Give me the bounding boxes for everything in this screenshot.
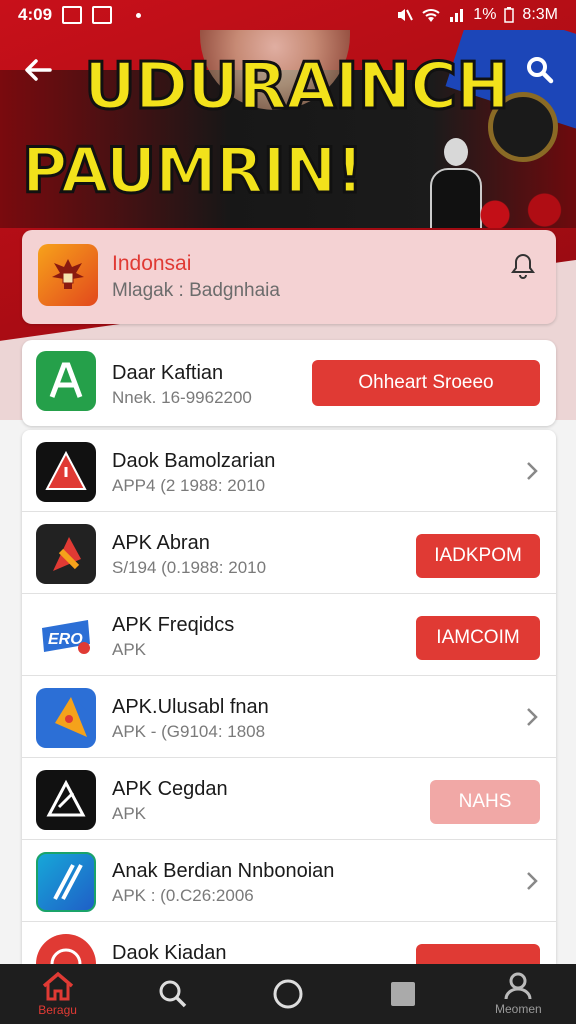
signal-icon (450, 9, 464, 22)
list-item[interactable]: Daok Bamolzarian APP4 (2 1988: 2010 (22, 430, 556, 512)
nav-profile-label: Meomen (495, 1002, 542, 1016)
status-clock: 8:3M (522, 6, 558, 23)
search-button[interactable] (516, 46, 564, 94)
notification-bell-button[interactable] (508, 250, 542, 284)
list-item[interactable]: APK.Ulusabl fnan APK - (G9104: 1808 (22, 676, 556, 758)
nav-profile[interactable]: Meomen (473, 964, 563, 1024)
battery-level: 1% (473, 6, 497, 23)
folded-paper-app-icon (36, 688, 96, 748)
install-button[interactable] (416, 944, 540, 964)
banner-flowers (462, 190, 572, 228)
battery-icon (504, 7, 515, 23)
search-icon (159, 980, 187, 1008)
install-button[interactable]: IAMCOIM (416, 616, 540, 660)
install-button[interactable]: IADKPOM (416, 534, 540, 578)
nav-home[interactable]: Beragu (13, 964, 103, 1024)
list-item[interactable]: Anak Berdian Nnbonoian APK : (0.C26:2006 (22, 840, 556, 922)
open-button[interactable]: Ohheart Sroeeo (312, 360, 540, 406)
featured-card[interactable]: Indonsai Mlagak : Badgnhaia (22, 230, 556, 324)
headline-line-1: UDURAINCH (83, 50, 512, 124)
garuda-icon (38, 244, 98, 306)
list-item[interactable]: ERO APK Freqidcs APK IAMCOIM (22, 594, 556, 676)
download-notification-icon (92, 6, 113, 24)
square-icon (391, 982, 416, 1006)
circle-icon (273, 979, 303, 1009)
app-name: Daok Bamolzarian (112, 450, 276, 472)
nav-home-label: Beragu (38, 1003, 77, 1017)
status-bar: 4:09 1% 8:3M (0, 0, 576, 30)
app-subtitle: APK (112, 804, 147, 823)
app-name: APK Cegdan (112, 778, 228, 800)
app-name: APK.Ulusabl fnan (112, 696, 269, 718)
back-button[interactable] (16, 48, 60, 92)
profile-icon (504, 972, 532, 1000)
nav-square[interactable] (358, 964, 448, 1024)
mute-icon (398, 9, 414, 21)
status-time: 4:09 (18, 5, 53, 24)
notification-dot-icon (136, 12, 142, 18)
flag-app-icon (36, 524, 96, 584)
warning-triangle-app-icon (36, 442, 96, 502)
nav-circle[interactable] (243, 964, 333, 1024)
triangle-outline-app-icon (36, 770, 96, 830)
app-name: Anak Berdian Nnbonoian (112, 860, 335, 882)
gallery-notification-icon (62, 6, 83, 24)
app-name: APK Abran (112, 532, 210, 554)
svg-text:ERO: ERO (48, 631, 83, 648)
logo-badge-app-icon: ERO (36, 606, 96, 666)
featured-subtitle: Mlagak : Badgnhaia (112, 280, 280, 301)
list-item[interactable]: APK Abran S/194 (0.1988: 2010 IADKPOM (22, 512, 556, 594)
app-subtitle: S/194 (0.1988: 2010 (112, 558, 267, 577)
wifi-icon (422, 9, 440, 22)
first-app-card[interactable]: Daar Kaftian Nnek. 16-9962200 Ohheart Sr… (22, 340, 556, 426)
app-list: Daok Bamolzarian APP4 (2 1988: 2010 APK … (22, 430, 556, 964)
chevron-right-icon[interactable] (522, 706, 542, 728)
app-name: APK Freqidcs (112, 614, 235, 636)
bottom-navigation: Beragu Meomen (0, 964, 576, 1024)
app-subtitle: APK (112, 640, 147, 659)
chevron-right-icon[interactable] (522, 870, 542, 892)
bell-icon (511, 253, 535, 279)
list-item[interactable]: Daok Kiadan (22, 922, 556, 964)
search-icon (527, 57, 554, 84)
nav-search[interactable] (128, 964, 218, 1024)
app-name: Daok Kiadan (112, 942, 227, 964)
list-item[interactable]: APK Cegdan APK NAHS (22, 758, 556, 840)
arrow-left-icon (25, 59, 52, 81)
app-subtitle: APK - (G9104: 1808 (112, 722, 266, 741)
app-subtitle: APK : (0.C26:2006 (112, 886, 254, 905)
home-icon (42, 971, 73, 1001)
featured-title: Indonsai (112, 252, 192, 275)
letter-a-app-icon (36, 351, 96, 411)
chevron-right-icon[interactable] (522, 460, 542, 482)
slash-app-icon (36, 852, 96, 912)
app-subtitle: APP4 (2 1988: 2010 (112, 476, 266, 495)
install-button[interactable]: NAHS (430, 780, 540, 824)
headline-line-2: PAUMRIN! (21, 134, 366, 207)
app-subtitle: Nnek. 16-9962200 (112, 388, 252, 407)
round-badge-app-icon (36, 934, 96, 964)
app-name: Daar Kaftian (112, 362, 224, 384)
